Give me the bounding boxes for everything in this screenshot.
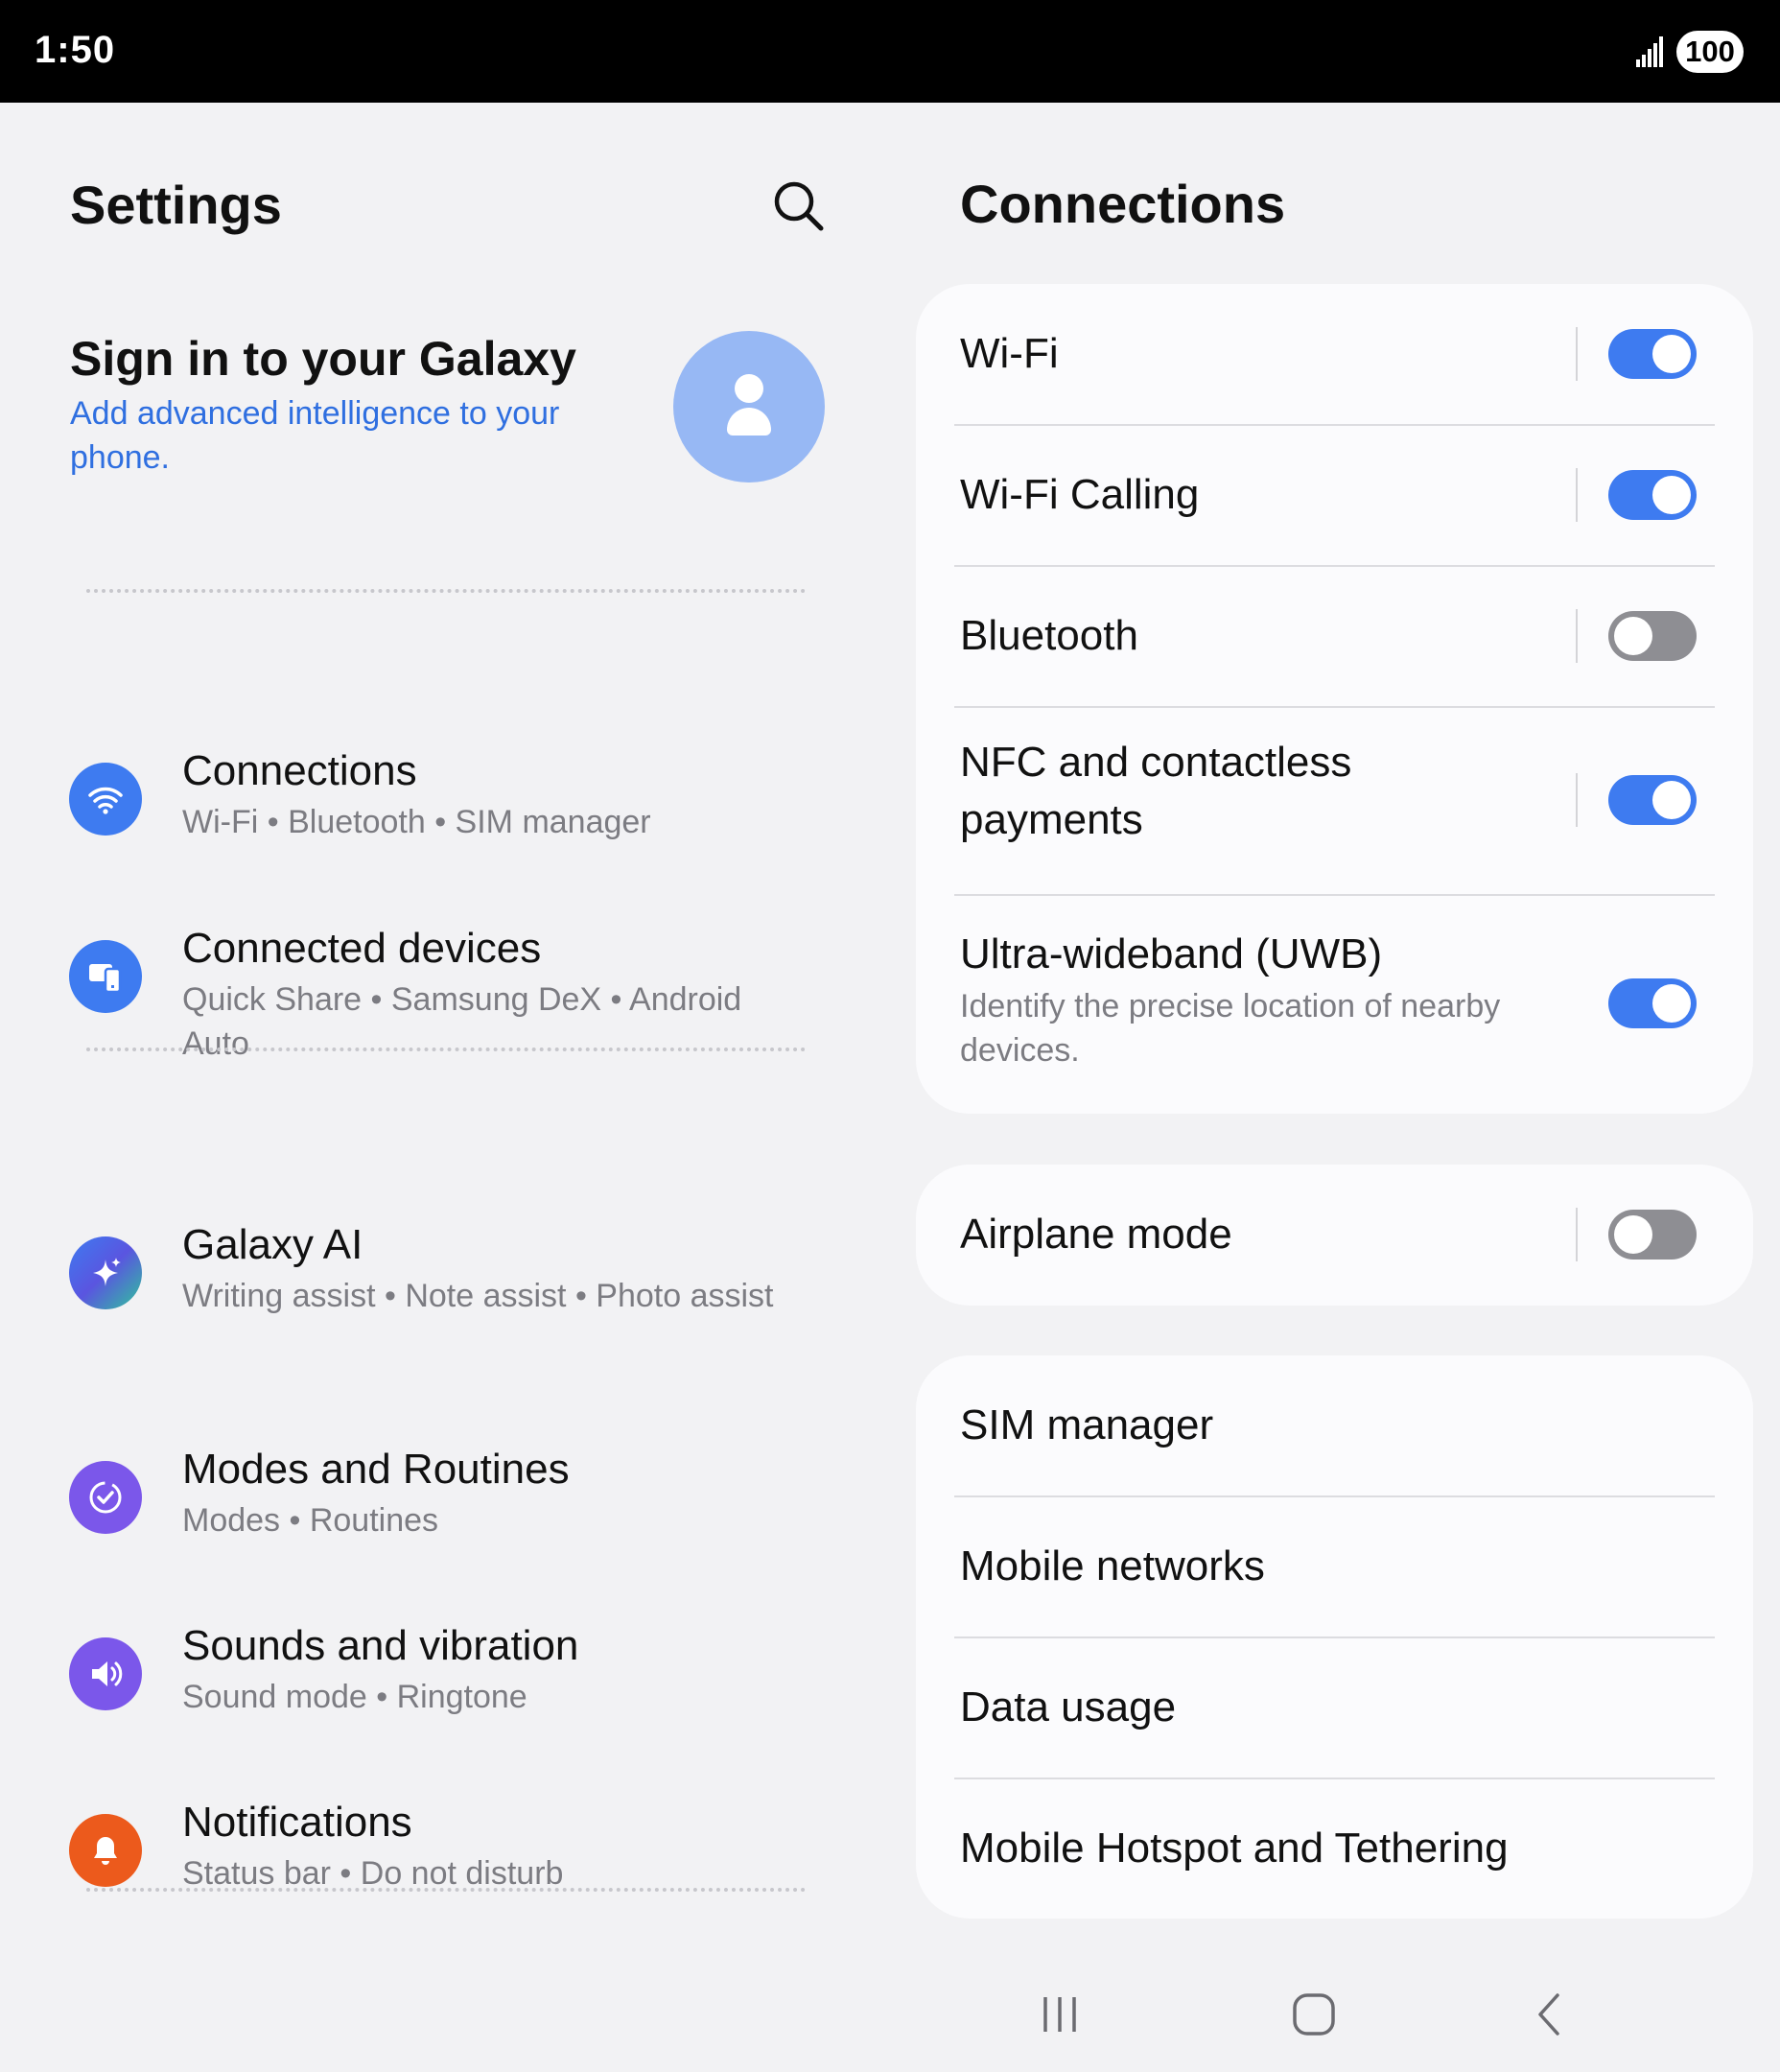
speaker-icon bbox=[69, 1637, 142, 1710]
row-label: Wi-Fi Calling bbox=[960, 471, 1200, 518]
page-title: Settings bbox=[70, 175, 282, 235]
clock: 1:50 bbox=[35, 29, 116, 71]
bell-icon bbox=[69, 1814, 142, 1887]
battery-indicator: 100 bbox=[1676, 31, 1744, 73]
connected-devices-icon bbox=[69, 940, 142, 1013]
row-label: Mobile Hotspot and Tethering bbox=[960, 1825, 1509, 1872]
setting-row-airplane[interactable]: Airplane mode bbox=[916, 1165, 1753, 1306]
routine-check-icon bbox=[69, 1461, 142, 1534]
row-label: SIM manager bbox=[960, 1401, 1214, 1448]
airplane-toggle[interactable] bbox=[1608, 1210, 1697, 1260]
setting-row-data-usage[interactable]: Data usage bbox=[916, 1637, 1753, 1778]
menu-item-modes-routines[interactable]: Modes and Routines Modes • Routines bbox=[0, 1350, 882, 1539]
separator bbox=[1576, 1208, 1578, 1261]
signal-icon bbox=[1636, 36, 1663, 67]
row-label: Data usage bbox=[960, 1684, 1177, 1731]
menu-item-subtitle: Quick Share • Samsung DeX • Android Auto bbox=[182, 981, 742, 1062]
wifi-toggle[interactable] bbox=[1608, 329, 1697, 379]
row-label: Ultra-wideband (UWB) bbox=[960, 930, 1383, 977]
sparkle-icon bbox=[69, 1236, 142, 1309]
menu-item-notifications[interactable]: Notifications Status bar • Do not distur… bbox=[0, 1703, 882, 1892]
uwb-toggle[interactable] bbox=[1608, 978, 1697, 1028]
divider bbox=[86, 1888, 806, 1892]
separator bbox=[1576, 609, 1578, 663]
row-label: Bluetooth bbox=[960, 612, 1138, 659]
status-bar: 1:50 100 bbox=[0, 0, 1780, 103]
wifi-calling-toggle[interactable] bbox=[1608, 470, 1697, 520]
network-card: SIM manager Mobile networks Data usage M… bbox=[916, 1355, 1753, 1919]
nfc-toggle[interactable] bbox=[1608, 775, 1697, 825]
settings-pane: Settings Sign in to your Galaxy Add adva… bbox=[0, 103, 882, 2072]
menu-item-title: Connections bbox=[182, 747, 417, 794]
setting-row-sim-manager[interactable]: SIM manager bbox=[916, 1355, 1753, 1496]
setting-row-bluetooth[interactable]: Bluetooth bbox=[916, 566, 1753, 707]
menu-item-subtitle: Writing assist • Note assist • Photo ass… bbox=[182, 1278, 774, 1314]
back-icon[interactable] bbox=[1521, 1986, 1579, 2043]
avatar[interactable] bbox=[673, 331, 825, 483]
separator bbox=[1576, 773, 1578, 827]
row-label: Mobile networks bbox=[960, 1542, 1265, 1589]
home-icon[interactable] bbox=[1285, 1986, 1343, 2043]
menu-item-sounds[interactable]: Sounds and vibration Sound mode • Ringto… bbox=[0, 1526, 882, 1715]
row-label: Wi-Fi bbox=[960, 330, 1059, 377]
detail-title: Connections bbox=[960, 174, 1286, 234]
airplane-card: Airplane mode bbox=[916, 1165, 1753, 1306]
menu-item-connected-devices[interactable]: Connected devices Quick Share • Samsung … bbox=[0, 817, 882, 1062]
setting-row-hotspot[interactable]: Mobile Hotspot and Tethering bbox=[916, 1778, 1753, 1919]
setting-row-wifi-calling[interactable]: Wi-Fi Calling bbox=[916, 425, 1753, 566]
divider bbox=[86, 1048, 806, 1051]
signin-title[interactable]: Sign in to your Galaxy bbox=[70, 330, 684, 388]
menu-item-title: Connected devices bbox=[182, 925, 542, 972]
menu-item-title: Sounds and vibration bbox=[182, 1622, 579, 1669]
divider bbox=[86, 589, 806, 593]
menu-item-connections[interactable]: Connections Wi-Fi • Bluetooth • SIM mana… bbox=[0, 640, 882, 840]
menu-item-title: Galaxy AI bbox=[182, 1221, 363, 1268]
signin-subtitle[interactable]: Add advanced intelligence to your phone. bbox=[70, 391, 607, 480]
row-description: Identify the precise location of nearby … bbox=[960, 988, 1501, 1069]
setting-row-mobile-networks[interactable]: Mobile networks bbox=[916, 1496, 1753, 1637]
search-icon[interactable] bbox=[767, 175, 831, 238]
menu-item-title: Modes and Routines bbox=[182, 1446, 570, 1493]
account-signin[interactable]: Sign in to your Galaxy Add advanced inte… bbox=[70, 330, 684, 480]
setting-row-nfc[interactable]: NFC and contactless payments bbox=[916, 707, 1753, 894]
menu-item-galaxy-ai[interactable]: Galaxy AI Writing assist • Note assist •… bbox=[0, 1129, 882, 1314]
bluetooth-toggle[interactable] bbox=[1608, 611, 1697, 661]
person-icon bbox=[727, 374, 771, 436]
navigation-bar bbox=[882, 1957, 1780, 2072]
recent-apps-icon[interactable] bbox=[1031, 1986, 1089, 2043]
row-label: NFC and contactless payments bbox=[960, 739, 1352, 843]
separator bbox=[1576, 468, 1578, 522]
separator bbox=[1576, 327, 1578, 381]
row-label: Airplane mode bbox=[960, 1211, 1232, 1258]
menu-item-title: Notifications bbox=[182, 1799, 412, 1846]
connections-card: Wi-Fi Wi-Fi Calling Bluetooth NFC and co… bbox=[916, 284, 1753, 1114]
setting-row-uwb[interactable]: Ultra-wideband (UWB) Identify the precis… bbox=[916, 895, 1753, 1114]
setting-row-wifi[interactable]: Wi-Fi bbox=[916, 284, 1753, 425]
